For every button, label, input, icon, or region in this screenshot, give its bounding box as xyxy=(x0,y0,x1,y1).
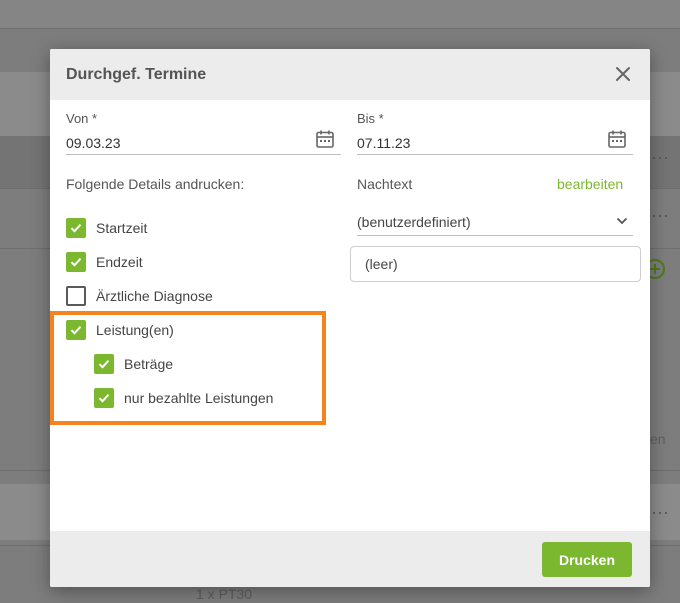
to-underline xyxy=(357,154,633,155)
checkbox-box[interactable] xyxy=(66,252,86,272)
textbox-value: (leer) xyxy=(365,256,398,272)
select-value: (benutzerdefiniert) xyxy=(357,214,471,230)
to-label: Bis * xyxy=(357,111,384,126)
checkbox-label: Ärztliche Diagnose xyxy=(96,288,213,304)
close-icon[interactable] xyxy=(612,63,634,85)
checkbox-aerztliche-diagnose[interactable]: Ärztliche Diagnose xyxy=(66,285,213,307)
dialog: Durchgef. Termine Von * 09.03.23 Bis * 0… xyxy=(50,49,650,587)
bg-header xyxy=(0,0,680,28)
dialog-header: Durchgef. Termine xyxy=(50,49,650,100)
checkbox-endzeit[interactable]: Endzeit xyxy=(66,251,143,273)
checkbox-startzeit[interactable]: Startzeit xyxy=(66,217,147,239)
check-icon xyxy=(70,224,82,233)
bg-peek-text: en xyxy=(650,431,666,447)
footer-text-label: Nachtext xyxy=(357,176,413,192)
print-button[interactable]: Drucken xyxy=(542,542,632,577)
calendar-icon[interactable] xyxy=(607,129,627,149)
bg-peek-text: 1 x PT30 xyxy=(196,586,253,602)
more-icon: ⋯ xyxy=(651,206,670,226)
details-label: Folgende Details andrucken: xyxy=(66,176,245,192)
from-date-field[interactable]: 09.03.23 xyxy=(66,135,121,151)
footer-text-box[interactable]: (leer) xyxy=(350,246,641,282)
more-icon: ⋯ xyxy=(651,503,670,523)
checkbox-label: Startzeit xyxy=(96,220,148,236)
checkbox-box[interactable] xyxy=(66,218,86,238)
from-underline xyxy=(66,154,341,155)
dialog-title: Durchgef. Termine xyxy=(66,66,207,83)
edit-link[interactable]: bearbeiten xyxy=(557,176,623,192)
calendar-icon[interactable] xyxy=(315,129,335,149)
checkbox-box[interactable] xyxy=(66,286,86,306)
check-icon xyxy=(70,258,82,267)
checkbox-label: Endzeit xyxy=(96,254,143,270)
template-select[interactable]: (benutzerdefiniert) xyxy=(357,209,633,236)
bg-divider xyxy=(0,28,680,29)
more-icon: ⋯ xyxy=(651,148,670,168)
chevron-down-icon[interactable] xyxy=(615,214,629,228)
from-label: Von * xyxy=(66,111,98,126)
highlight-box xyxy=(50,311,326,425)
dialog-footer: Drucken xyxy=(50,531,650,587)
to-date-field[interactable]: 07.11.23 xyxy=(357,135,410,151)
